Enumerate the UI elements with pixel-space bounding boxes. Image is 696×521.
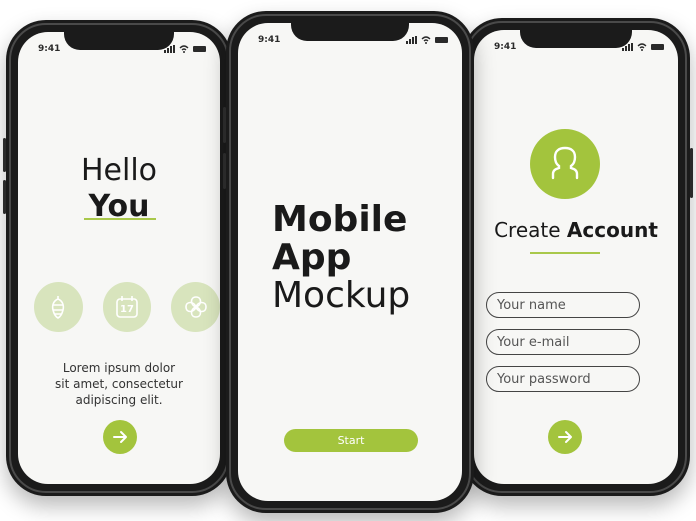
title-bold: Account (566, 218, 658, 242)
title-light: Create (494, 218, 561, 242)
wifi-icon (637, 43, 647, 51)
status-bar: 9:41 (18, 44, 220, 58)
calendar-icon: 17 (102, 282, 152, 332)
side-button (3, 180, 6, 214)
phone-right: 9:41 Create Account (462, 18, 693, 496)
body-text: Lorem ipsum dolor sit amet, consectetur … (18, 360, 220, 408)
hop-cone-icon (34, 282, 83, 332)
status-time: 9:41 (494, 42, 517, 52)
start-button[interactable]: Start (284, 429, 418, 452)
password-field[interactable] (486, 366, 640, 392)
status-bar: 9:41 (474, 42, 678, 56)
celtic-knot-icon (171, 282, 220, 332)
screen-create-account: 9:41 Create Account (474, 30, 678, 484)
next-button[interactable] (548, 420, 582, 454)
screen-hello: 9:41 Hello You 17 Lorem ipsum dolor sit … (18, 32, 220, 484)
hello-title: Hello You (18, 156, 220, 222)
next-button[interactable] (103, 420, 137, 454)
title-light: Hello (80, 153, 158, 188)
calendar-day: 17 (120, 303, 134, 315)
side-button (690, 148, 693, 198)
title-line: Mobile (272, 199, 408, 240)
body-line: adipiscing elit. (75, 393, 163, 407)
title-line: Mockup (272, 275, 411, 316)
battery-icon (435, 37, 448, 43)
title-underline (530, 252, 600, 254)
mockup-stage: 9:41 Hello You 17 Lorem ipsum dolor sit … (0, 0, 696, 521)
signal-icon (622, 43, 633, 51)
user-icon (530, 129, 600, 199)
phone-left: 9:41 Hello You 17 Lorem ipsum dolor sit … (3, 20, 232, 496)
signal-icon (164, 45, 175, 53)
title-underline (84, 218, 156, 220)
icon-row: 17 (34, 282, 220, 332)
mockup-title: Mobile App Mockup (272, 201, 410, 315)
wifi-icon (421, 36, 431, 44)
create-account-title: Create Account (474, 218, 678, 242)
email-field[interactable] (486, 329, 640, 355)
body-line: Lorem ipsum dolor (62, 361, 176, 375)
screen-mockup: 9:41 Mobile App Mockup Start (238, 23, 462, 501)
side-button (3, 138, 6, 172)
side-button (223, 153, 226, 189)
battery-icon (193, 46, 206, 52)
status-time: 9:41 (258, 35, 281, 45)
name-field[interactable] (486, 292, 640, 318)
signal-icon (406, 36, 417, 44)
title-line: App (272, 237, 352, 278)
arrow-right-icon (558, 431, 572, 443)
battery-icon (651, 44, 664, 50)
status-time: 9:41 (38, 44, 61, 54)
arrow-right-icon (113, 431, 127, 443)
phone-center: 9:41 Mobile App Mockup Start (223, 11, 474, 513)
status-bar: 9:41 (238, 35, 462, 49)
side-button (223, 107, 226, 143)
body-line: sit amet, consectetur (55, 377, 183, 391)
wifi-icon (179, 45, 189, 53)
